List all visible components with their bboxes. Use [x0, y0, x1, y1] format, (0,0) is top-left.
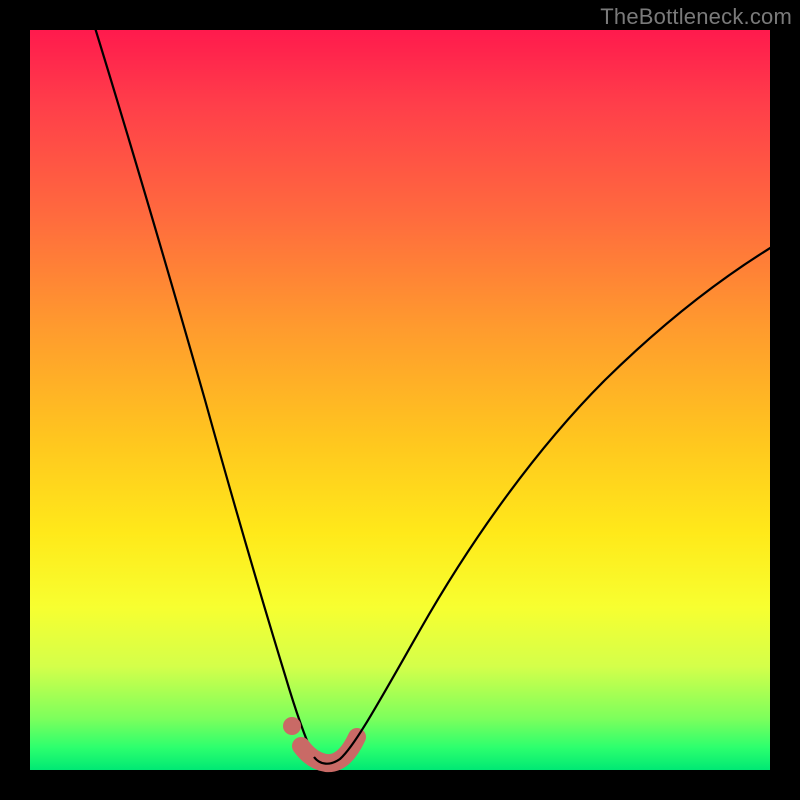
curve-right-branch [314, 242, 780, 764]
plot-area [30, 30, 770, 770]
curve-layer [30, 30, 770, 770]
curve-left-branch [92, 18, 314, 757]
chart-frame: TheBottleneck.com [0, 0, 800, 800]
highlight-dot [283, 717, 301, 735]
watermark-text: TheBottleneck.com [600, 4, 792, 30]
